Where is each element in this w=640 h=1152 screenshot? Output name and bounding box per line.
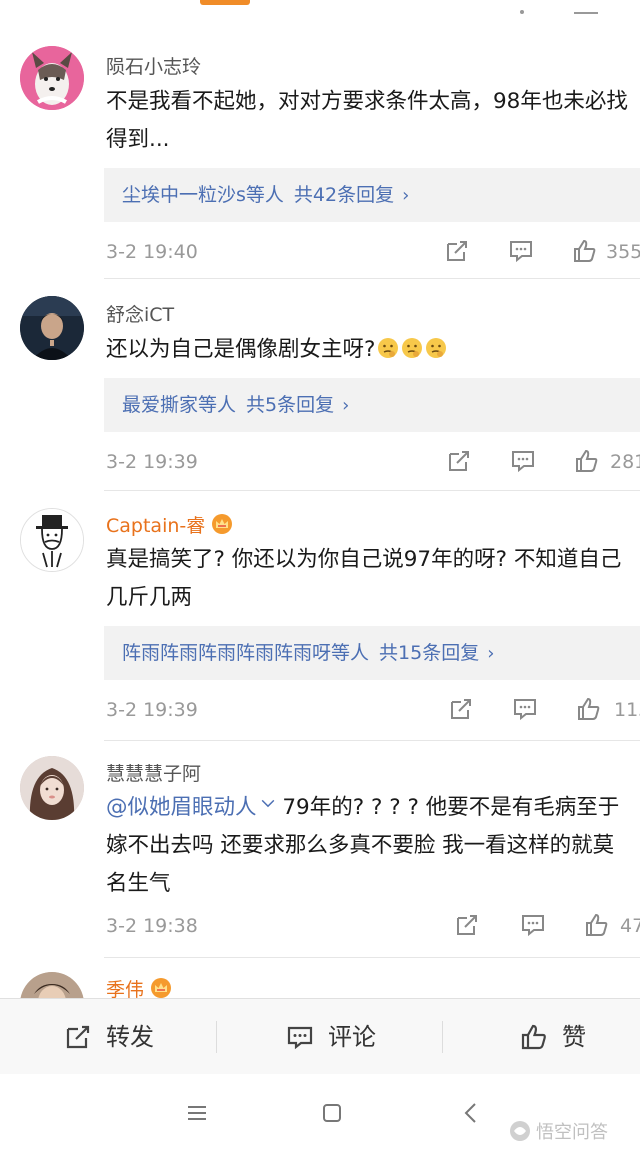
replies-link[interactable]: 阵雨阵雨阵雨阵雨阵雨呀等人 共15条回复 › [104, 626, 640, 680]
thinking-emoji-icon [378, 338, 399, 358]
repost-icon[interactable] [454, 912, 480, 938]
repost-label: 转发 [106, 1023, 154, 1051]
divider [104, 278, 640, 279]
comment-button[interactable]: 评论 [286, 999, 406, 1075]
divider [216, 1021, 217, 1053]
action-bar: 转发 评论 赞 [0, 998, 640, 1075]
divider [104, 957, 640, 958]
like-icon[interactable] [574, 448, 600, 474]
replies-users: 阵雨阵雨阵雨阵雨阵雨呀等人 [122, 642, 370, 664]
verified-chevron-icon [261, 799, 274, 808]
thinking-emoji-icon [402, 338, 423, 358]
comment-icon[interactable] [512, 696, 538, 722]
comment-text: @似她眉眼动人 79年的? ? ? ? 他要不是有毛病至于嫁不出去吗 还要求那么… [106, 789, 630, 903]
chevron-right-icon: › [487, 643, 495, 664]
chevron-right-icon: › [342, 395, 350, 416]
like-icon[interactable] [576, 696, 602, 722]
replies-count: 共15条回复 [379, 642, 480, 664]
tab-indicator [200, 0, 250, 5]
timestamp: 3-2 19:40 [106, 241, 198, 263]
replies-count: 共42条回复 [293, 184, 395, 206]
repost-button[interactable]: 转发 [64, 999, 184, 1075]
replies-link[interactable]: 尘埃中一粒沙s等人 共42条回复 › [104, 168, 640, 222]
replies-users: 尘埃中一粒沙s等人 [122, 184, 284, 206]
like-label: 赞 [562, 1023, 586, 1051]
username[interactable]: Captain-睿 [106, 511, 233, 538]
back-icon[interactable] [458, 1100, 484, 1126]
avatar[interactable] [20, 296, 84, 360]
comment-text-content: 还以为自己是偶像剧女主呀? [106, 337, 376, 362]
comment-text: 不是我看不起她，对对方要求条件太高，98年也未必找得到... [106, 89, 628, 152]
like-count: 113 [614, 699, 640, 721]
replies-count: 共5条回复 [246, 394, 335, 416]
username[interactable]: 季伟 [106, 975, 172, 998]
menu-icon[interactable] [184, 1100, 210, 1126]
replies-users: 最爱撕家等人 [122, 394, 237, 416]
comment-icon[interactable] [508, 238, 534, 264]
comment-icon[interactable] [510, 448, 536, 474]
repost-icon[interactable] [444, 238, 470, 264]
watermark: 悟空问答 [508, 1118, 608, 1144]
menu-line[interactable] [574, 12, 598, 14]
comment-text: 真是搞笑了? 你还以为你自己说97年的呀? 不知道自己几斤几两 [106, 547, 622, 610]
avatar[interactable] [20, 508, 84, 572]
avatar[interactable] [20, 46, 84, 110]
repost-icon[interactable] [446, 448, 472, 474]
chevron-right-icon: › [402, 185, 410, 206]
like-count: 355 [606, 241, 640, 263]
watermark-text: 悟空问答 [536, 1122, 608, 1143]
comment-icon[interactable] [520, 912, 546, 938]
vip-crown-icon [212, 514, 233, 534]
comment-meta: 3-2 19:38 47 [106, 912, 640, 942]
username[interactable]: 舒念iCT [106, 300, 174, 327]
like-count: 281 [610, 451, 640, 473]
username[interactable]: 慧慧慧子阿 [106, 759, 201, 786]
comment-text: 还以为自己是偶像剧女主呀? [106, 331, 630, 369]
like-icon[interactable] [572, 238, 598, 264]
home-icon[interactable] [319, 1100, 345, 1126]
top-bar [0, 0, 640, 30]
comment-meta: 3-2 19:39 113 [106, 696, 640, 726]
timestamp: 3-2 19:39 [106, 699, 198, 721]
thinking-emoji-icon [426, 338, 447, 358]
repost-icon[interactable] [448, 696, 474, 722]
comment-item: 季伟 [0, 968, 640, 998]
avatar[interactable] [20, 756, 84, 820]
username[interactable]: 陨石小志玲 [106, 52, 201, 79]
top-dot [520, 10, 524, 14]
like-icon [521, 1024, 546, 1050]
like-icon[interactable] [584, 912, 610, 938]
vip-crown-icon [151, 978, 172, 998]
divider [104, 740, 640, 741]
timestamp: 3-2 19:39 [106, 451, 198, 473]
watermark-logo-icon [510, 1121, 530, 1141]
like-count: 47 [620, 915, 640, 937]
mention-link[interactable]: @似她眉眼动人 [106, 795, 257, 820]
avatar[interactable] [20, 972, 84, 998]
repost-icon [66, 1025, 90, 1049]
replies-link[interactable]: 最爱撕家等人 共5条回复 › [104, 378, 640, 432]
timestamp: 3-2 19:38 [106, 915, 198, 937]
username-text: Captain-睿 [106, 515, 206, 537]
divider [104, 490, 640, 491]
comment-icon [287, 1026, 313, 1050]
username-text: 季伟 [106, 979, 145, 998]
comment-meta: 3-2 19:40 355 [106, 238, 640, 268]
like-button[interactable]: 赞 [520, 999, 620, 1075]
divider [442, 1021, 443, 1053]
comment-label: 评论 [328, 1023, 376, 1051]
comment-meta: 3-2 19:39 281 [106, 448, 640, 478]
